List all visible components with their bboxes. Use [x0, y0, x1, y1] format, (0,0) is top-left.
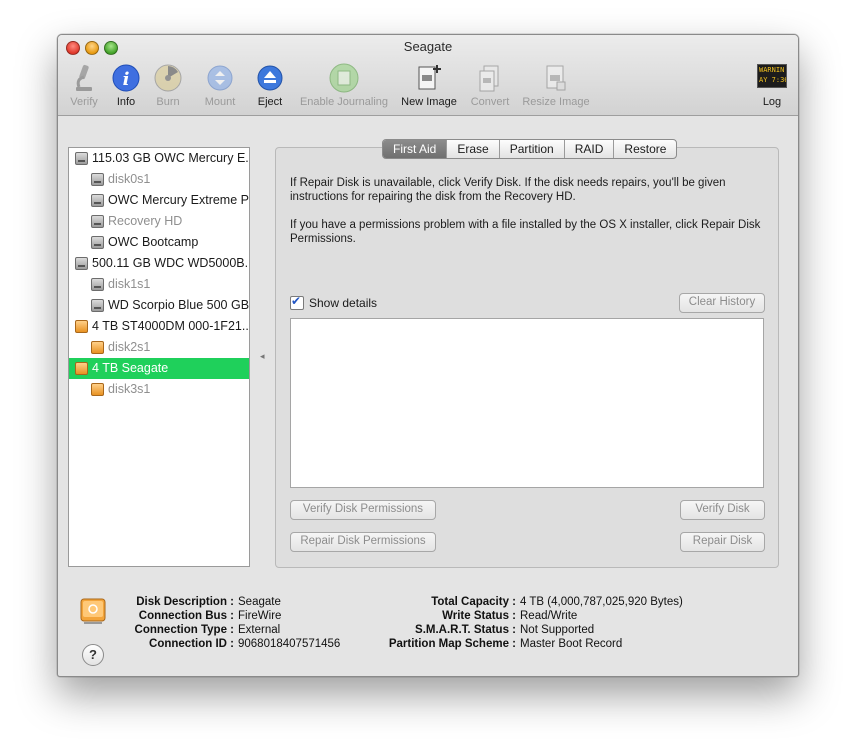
- disk-item-selected[interactable]: 4 TB Seagate: [69, 358, 249, 379]
- repair-disk-permissions-button[interactable]: Repair Disk Permissions: [290, 532, 436, 552]
- hdd-icon: [75, 257, 88, 270]
- window-title: Seagate: [403, 39, 453, 54]
- hdd-icon: [91, 173, 104, 186]
- volume-item[interactable]: Recovery HD: [69, 211, 249, 232]
- volume-item-label: disk2s1: [108, 340, 151, 354]
- verify-label: Verify: [70, 96, 98, 108]
- external-drive-icon: [75, 320, 88, 333]
- log-icon-line-2: AY 7:36: [759, 76, 787, 84]
- volume-item-label: OWC Mercury Extreme Pro: [108, 193, 249, 207]
- volume-item[interactable]: disk2s1: [69, 337, 249, 358]
- help-button[interactable]: ?: [82, 644, 104, 666]
- volume-item[interactable]: OWC Mercury Extreme Pro: [69, 190, 249, 211]
- details-log-area[interactable]: [290, 318, 764, 488]
- connection-type-label: Connection Type :: [134, 624, 234, 636]
- verify-disk-permissions-button[interactable]: Verify Disk Permissions: [290, 500, 436, 520]
- new-image-label: New Image: [401, 96, 457, 108]
- write-status-value: Read/Write: [520, 610, 578, 622]
- connection-type-value: External: [238, 624, 281, 636]
- log-label: Log: [762, 96, 782, 108]
- volume-item[interactable]: OWC Bootcamp: [69, 232, 249, 253]
- tab-bar: First Aid Erase Partition RAID Restore: [382, 139, 678, 159]
- volume-item-label: disk3s1: [108, 382, 151, 396]
- show-details-label: Show details: [309, 296, 378, 310]
- hdd-icon: [91, 278, 104, 291]
- disk-item-label: 4 TB ST4000DM 000-1F21...: [92, 319, 249, 333]
- hdd-icon: [91, 194, 104, 207]
- clear-history-button[interactable]: Clear History: [679, 293, 765, 313]
- new-image-icon: [414, 63, 444, 93]
- smart-status-label: S.M.A.R.T. Status :: [415, 624, 516, 636]
- eject-label: Eject: [257, 96, 283, 108]
- title-bar-toolbar: Seagate Verify i Info Burn Mount Eject E…: [58, 35, 798, 116]
- show-details-checkbox[interactable]: [290, 294, 304, 310]
- external-drive-icon: [75, 362, 88, 375]
- verify-disk-button[interactable]: Verify Disk: [680, 500, 765, 520]
- svg-text:i: i: [123, 69, 130, 90]
- journal-icon: [329, 63, 359, 93]
- disk-item-label: 4 TB Seagate: [92, 361, 169, 375]
- connection-bus-label: Connection Bus :: [138, 610, 234, 622]
- eject-icon: [255, 63, 285, 93]
- total-capacity-label: Total Capacity :: [431, 596, 516, 608]
- convert-icon: [475, 63, 505, 93]
- enable-journaling-label: Enable Journaling: [299, 96, 389, 108]
- partition-map-scheme-value: Master Boot Record: [520, 638, 623, 650]
- volume-item[interactable]: disk3s1: [69, 379, 249, 400]
- burn-label: Burn: [156, 96, 180, 108]
- log-console-icon: WARNIN AY 7:36: [757, 63, 787, 89]
- volume-item-label: disk1s1: [108, 277, 151, 291]
- show-details-control[interactable]: Show details: [290, 294, 378, 310]
- mount-label: Mount: [204, 96, 236, 108]
- mount-icon: [205, 63, 235, 93]
- radiation-disc-icon: [153, 63, 183, 93]
- connection-id-label: Connection ID :: [149, 638, 234, 650]
- tab-restore[interactable]: Restore: [614, 140, 676, 158]
- volume-item-label: OWC Bootcamp: [108, 235, 199, 249]
- disk-item[interactable]: 4 TB ST4000DM 000-1F21...: [69, 316, 249, 337]
- volume-item-label: WD Scorpio Blue 500 GB: [108, 298, 249, 312]
- verify-instructions: If Repair Disk is unavailable, click Ver…: [290, 177, 726, 203]
- resize-image-label: Resize Image: [522, 96, 590, 108]
- resize-image-icon: [541, 63, 571, 93]
- connection-id-value: 9068018407571456: [238, 638, 341, 650]
- external-drive-icon: [91, 383, 104, 396]
- repair-disk-button[interactable]: Repair Disk: [680, 532, 765, 552]
- log-icon-line-1: WARNIN: [759, 66, 785, 74]
- info-icon: i: [111, 63, 141, 93]
- hdd-icon: [91, 236, 104, 249]
- permissions-instructions: If you have a permissions problem with a…: [290, 219, 761, 245]
- tab-erase[interactable]: Erase: [447, 140, 500, 158]
- external-drive-icon: [91, 341, 104, 354]
- split-view-handle[interactable]: ◂: [260, 351, 265, 362]
- volume-item-label: Recovery HD: [108, 214, 183, 228]
- disk-item[interactable]: 115.03 GB OWC Mercury E...: [69, 148, 249, 169]
- microscope-icon: [69, 63, 99, 93]
- disk-description-value: Seagate: [238, 596, 281, 608]
- convert-label: Convert: [470, 96, 510, 108]
- connection-bus-value: FireWire: [238, 610, 282, 622]
- smart-status-value: Not Supported: [520, 624, 595, 636]
- volume-item[interactable]: disk1s1: [69, 274, 249, 295]
- tab-raid[interactable]: RAID: [565, 140, 615, 158]
- volume-item[interactable]: WD Scorpio Blue 500 GB: [69, 295, 249, 316]
- write-status-label: Write Status :: [442, 610, 516, 622]
- hdd-icon: [91, 299, 104, 312]
- disk-item-label: 115.03 GB OWC Mercury E...: [92, 151, 249, 165]
- volume-item[interactable]: disk0s1: [69, 169, 249, 190]
- tab-partition[interactable]: Partition: [500, 140, 565, 158]
- info-label: Info: [116, 96, 136, 108]
- disk-utility-window: Seagate Verify i Info Burn Mount Eject E…: [57, 34, 799, 677]
- hdd-icon: [91, 215, 104, 228]
- disk-item-label: 500.11 GB WDC WD5000B...: [92, 256, 249, 270]
- disk-item[interactable]: 500.11 GB WDC WD5000B...: [69, 253, 249, 274]
- disk-list-sidebar[interactable]: 115.03 GB OWC Mercury E... disk0s1 OWC M…: [68, 147, 250, 567]
- disk-description-label: Disk Description :: [136, 596, 234, 608]
- total-capacity-value: 4 TB (4,000,787,025,920 Bytes): [520, 596, 683, 608]
- tab-first-aid[interactable]: First Aid: [383, 140, 448, 158]
- hdd-icon: [75, 152, 88, 165]
- volume-item-label: disk0s1: [108, 172, 151, 186]
- partition-map-scheme-label: Partition Map Scheme :: [388, 638, 516, 650]
